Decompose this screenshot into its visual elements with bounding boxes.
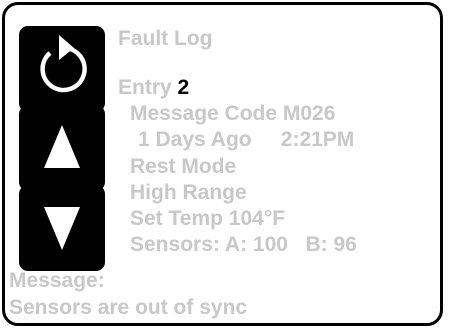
mode-status: Rest Mode [130, 155, 237, 178]
back-arrow-icon [40, 35, 87, 93]
entry-row: Entry 2 [118, 76, 189, 100]
entry-number: 2 [177, 76, 190, 99]
message-label: Message: [9, 269, 105, 292]
fault-time: 1 Days Ago 2:21PM [138, 128, 355, 151]
down-triangle-icon [44, 207, 80, 250]
fault-log-panel: Fault Log Entry 2 Message Code M026 1 Da… [2, 2, 443, 326]
page-title: Fault Log [118, 27, 213, 50]
message-code: Message Code M026 [130, 102, 336, 125]
up-button[interactable] [19, 105, 105, 191]
set-temp: Set Temp 104°F [130, 207, 286, 230]
up-triangle-icon [44, 125, 80, 168]
message-text: Sensors are out of sync [9, 296, 248, 319]
sensor-readings: Sensors: A: 100 B: 96 [130, 233, 357, 256]
back-button[interactable] [19, 26, 105, 112]
range-status: High Range [130, 181, 247, 204]
entry-label: Entry [118, 76, 172, 99]
down-button[interactable] [19, 185, 105, 271]
